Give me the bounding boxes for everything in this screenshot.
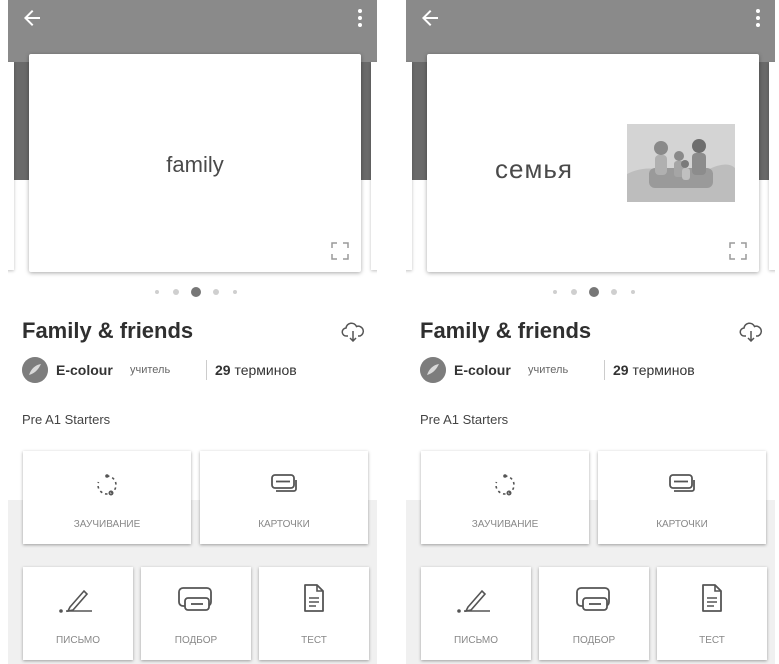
mode-test-label: ТЕСТ bbox=[301, 635, 327, 646]
next-card-peek[interactable] bbox=[769, 62, 775, 270]
set-description: Pre A1 Starters bbox=[22, 412, 111, 427]
mode-test-button[interactable]: ТЕСТ bbox=[657, 567, 767, 660]
pager-dot-active bbox=[589, 287, 599, 297]
learn-cycle-icon bbox=[97, 474, 117, 496]
mode-cards-button[interactable]: КАРТОЧКИ bbox=[200, 451, 368, 544]
author-name[interactable]: E-colour bbox=[56, 362, 113, 378]
mode-cards-label: КАРТОЧКИ bbox=[258, 519, 310, 530]
expand-icon[interactable] bbox=[331, 242, 349, 260]
card-pager bbox=[8, 285, 377, 299]
mode-write-label: ПИСЬМО bbox=[55, 635, 101, 646]
mode-learn-button[interactable]: ЗАУЧИВАНИЕ bbox=[421, 451, 589, 544]
term-count: 29 терминов bbox=[215, 362, 297, 378]
app-toolbar bbox=[8, 0, 377, 62]
set-description: Pre A1 Starters bbox=[420, 412, 509, 427]
more-vert-icon[interactable] bbox=[351, 6, 369, 30]
pager-dot bbox=[553, 290, 557, 294]
test-document-icon bbox=[304, 584, 324, 612]
set-title: Family & friends bbox=[22, 318, 194, 343]
author-row[interactable]: E-colour учитель 29 терминов bbox=[22, 355, 362, 385]
flashcard-screen-back: семья Family & friends E-colour учитель … bbox=[406, 0, 775, 664]
divider bbox=[206, 360, 207, 380]
arrow-back-icon[interactable] bbox=[418, 6, 442, 30]
flashcard-screen-front: family Family & friends E-colour учитель… bbox=[8, 0, 377, 664]
learn-cycle-icon bbox=[495, 474, 515, 496]
expand-icon[interactable] bbox=[729, 242, 747, 260]
cloud-download-icon[interactable] bbox=[341, 322, 365, 342]
pager-dot bbox=[233, 290, 237, 294]
mode-match-button[interactable]: ПОДБОР bbox=[141, 567, 251, 660]
flashcards-icon bbox=[271, 474, 297, 492]
term-count: 29 терминов bbox=[613, 362, 695, 378]
mode-write-label: ПИСЬМО bbox=[453, 635, 499, 646]
term-count-number: 29 bbox=[215, 362, 231, 378]
mode-cards-label: КАРТОЧКИ bbox=[656, 519, 708, 530]
pager-dot bbox=[611, 289, 617, 295]
match-icon bbox=[576, 587, 610, 611]
write-pen-icon bbox=[59, 589, 92, 613]
pager-dot bbox=[213, 289, 219, 295]
author-role: учитель bbox=[130, 364, 171, 376]
term-count-word: терминов bbox=[234, 362, 297, 378]
flashcard[interactable]: семья bbox=[427, 54, 759, 272]
pager-dot bbox=[155, 290, 159, 294]
divider bbox=[604, 360, 605, 380]
pager-dot bbox=[631, 290, 635, 294]
author-row[interactable]: E-colour учитель 29 терминов bbox=[420, 355, 760, 385]
flashcard[interactable]: family bbox=[29, 54, 361, 272]
avatar[interactable] bbox=[420, 357, 446, 383]
term-count-number: 29 bbox=[613, 362, 629, 378]
pager-dot-active bbox=[191, 287, 201, 297]
cloud-download-icon[interactable] bbox=[739, 322, 763, 342]
set-title: Family & friends bbox=[420, 318, 592, 343]
next-card-peek[interactable] bbox=[371, 62, 377, 270]
card-pager bbox=[406, 285, 775, 299]
previous-card-peek[interactable] bbox=[8, 62, 14, 270]
test-document-icon bbox=[702, 584, 722, 612]
pager-dot bbox=[173, 289, 179, 295]
author-name[interactable]: E-colour bbox=[454, 362, 511, 378]
mode-match-label: ПОДБОР bbox=[572, 635, 616, 646]
mode-learn-label: ЗАУЧИВАНИЕ bbox=[73, 519, 141, 530]
mode-test-label: ТЕСТ bbox=[699, 635, 725, 646]
avatar[interactable] bbox=[22, 357, 48, 383]
pager-dot bbox=[571, 289, 577, 295]
flashcards-icon bbox=[669, 474, 695, 492]
mode-write-button[interactable]: ПИСЬМО bbox=[421, 567, 531, 660]
app-toolbar bbox=[406, 0, 775, 62]
match-icon bbox=[178, 587, 212, 611]
mode-learn-button[interactable]: ЗАУЧИВАНИЕ bbox=[23, 451, 191, 544]
mode-learn-label: ЗАУЧИВАНИЕ bbox=[471, 519, 539, 530]
flashcard-definition: семья bbox=[495, 154, 573, 184]
mode-write-button[interactable]: ПИСЬМО bbox=[23, 567, 133, 660]
mode-match-button[interactable]: ПОДБОР bbox=[539, 567, 649, 660]
author-role: учитель bbox=[528, 364, 569, 376]
family-illustration-image bbox=[627, 124, 735, 202]
mode-cards-button[interactable]: КАРТОЧКИ bbox=[598, 451, 766, 544]
more-vert-icon[interactable] bbox=[749, 6, 767, 30]
mode-test-button[interactable]: ТЕСТ bbox=[259, 567, 369, 660]
mode-match-label: ПОДБОР bbox=[174, 635, 218, 646]
write-pen-icon bbox=[457, 589, 490, 613]
flashcard-term: family bbox=[166, 152, 224, 177]
arrow-back-icon[interactable] bbox=[20, 6, 44, 30]
term-count-word: терминов bbox=[632, 362, 695, 378]
previous-card-peek[interactable] bbox=[406, 62, 412, 270]
